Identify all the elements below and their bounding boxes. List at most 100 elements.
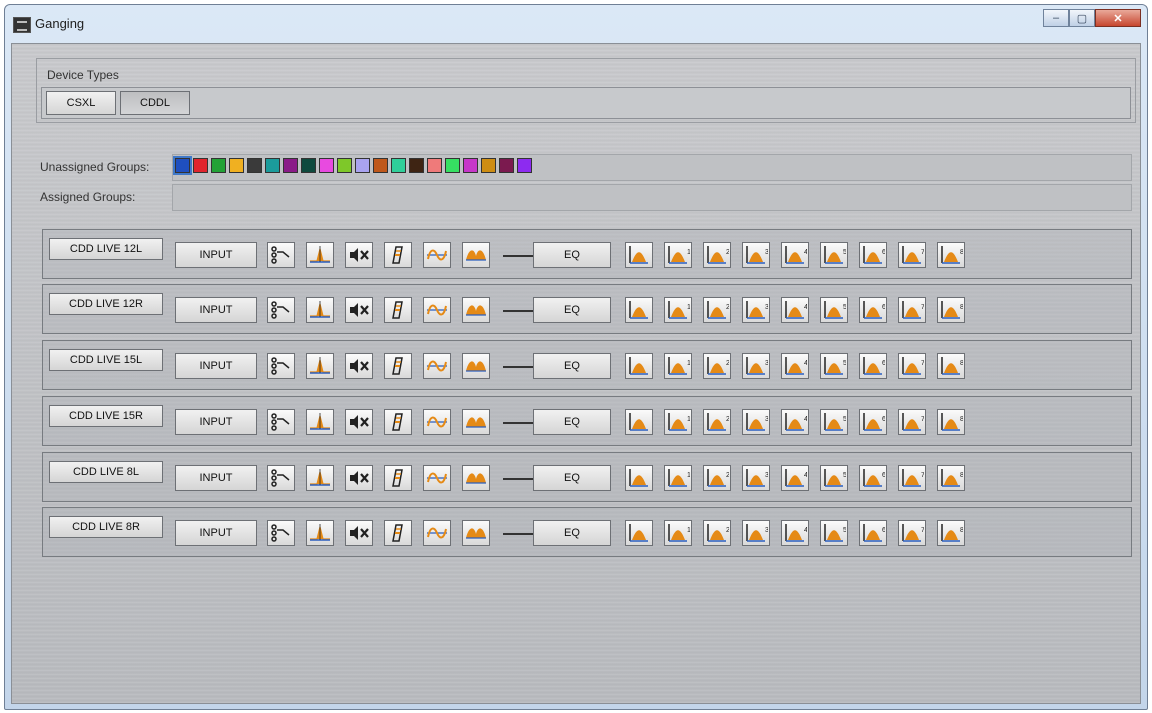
cddl-button[interactable]: CDDL [120,91,190,115]
eq-band-icon[interactable]: 4 [781,242,809,268]
device-name-button[interactable]: CDD LIVE 15R [49,405,163,427]
eq-band-icon[interactable]: 6 [859,465,887,491]
routing-icon[interactable] [267,297,295,323]
polarity-icon[interactable] [384,465,412,491]
eq-band-icon[interactable]: 4 [781,297,809,323]
mute-icon[interactable] [345,297,373,323]
minimize-icon[interactable]: – [1043,9,1069,27]
eq-button[interactable]: EQ [533,465,611,491]
group-color-swatch[interactable] [409,158,424,173]
highpass-lowpass-icon[interactable] [423,520,451,546]
eq-band-icon[interactable]: 4 [781,409,809,435]
group-color-swatch[interactable] [229,158,244,173]
csxl-button[interactable]: CSXL [46,91,116,115]
eq-band-icon[interactable]: 2 [703,520,731,546]
eq-band-icon[interactable]: 6 [859,409,887,435]
eq-band-icon[interactable]: 1 [664,409,692,435]
crossover-icon[interactable] [462,409,490,435]
input-button[interactable]: INPUT [175,297,257,323]
highpass-lowpass-icon[interactable] [423,242,451,268]
maximize-icon[interactable]: ▢ [1069,9,1095,27]
eq-band-icon[interactable]: 6 [859,297,887,323]
polarity-icon[interactable] [384,409,412,435]
routing-icon[interactable] [267,409,295,435]
polarity-icon[interactable] [384,242,412,268]
eq-band-icon[interactable]: 7 [898,465,926,491]
eq-band-icon[interactable]: 4 [781,520,809,546]
crossover-icon[interactable] [462,353,490,379]
eq-band-icon[interactable]: 5 [820,353,848,379]
eq-band-icon[interactable] [625,353,653,379]
eq-band-icon[interactable]: 5 [820,520,848,546]
filter-peak-icon[interactable] [306,520,334,546]
group-color-swatch[interactable] [337,158,352,173]
eq-band-icon[interactable]: 3 [742,409,770,435]
input-button[interactable]: INPUT [175,409,257,435]
polarity-icon[interactable] [384,353,412,379]
device-name-button[interactable]: CDD LIVE 15L [49,349,163,371]
crossover-icon[interactable] [462,242,490,268]
eq-band-icon[interactable]: 2 [703,242,731,268]
eq-band-icon[interactable]: 1 [664,242,692,268]
eq-band-icon[interactable]: 4 [781,353,809,379]
eq-band-icon[interactable]: 7 [898,409,926,435]
group-color-swatch[interactable] [463,158,478,173]
close-icon[interactable]: ✕ [1095,9,1141,27]
polarity-icon[interactable] [384,520,412,546]
eq-band-icon[interactable]: 2 [703,465,731,491]
device-name-button[interactable]: CDD LIVE 8L [49,461,163,483]
group-color-swatch[interactable] [265,158,280,173]
group-color-swatch[interactable] [445,158,460,173]
eq-band-icon[interactable]: 3 [742,242,770,268]
eq-band-icon[interactable]: 4 [781,465,809,491]
eq-band-icon[interactable]: 5 [820,242,848,268]
eq-band-icon[interactable]: 1 [664,353,692,379]
group-color-swatch[interactable] [211,158,226,173]
group-color-swatch[interactable] [517,158,532,173]
eq-band-icon[interactable] [625,520,653,546]
eq-band-icon[interactable]: 8 [937,409,965,435]
group-color-swatch[interactable] [427,158,442,173]
mute-icon[interactable] [345,465,373,491]
eq-band-icon[interactable]: 2 [703,409,731,435]
eq-band-icon[interactable]: 7 [898,297,926,323]
crossover-icon[interactable] [462,465,490,491]
eq-band-icon[interactable]: 3 [742,465,770,491]
crossover-icon[interactable] [462,520,490,546]
eq-band-icon[interactable]: 1 [664,297,692,323]
eq-button[interactable]: EQ [533,520,611,546]
eq-band-icon[interactable]: 8 [937,520,965,546]
device-name-button[interactable]: CDD LIVE 8R [49,516,163,538]
eq-band-icon[interactable]: 6 [859,520,887,546]
eq-band-icon[interactable]: 8 [937,465,965,491]
eq-band-icon[interactable]: 7 [898,520,926,546]
input-button[interactable]: INPUT [175,353,257,379]
eq-band-icon[interactable]: 8 [937,353,965,379]
group-color-swatch[interactable] [481,158,496,173]
polarity-icon[interactable] [384,297,412,323]
crossover-icon[interactable] [462,297,490,323]
highpass-lowpass-icon[interactable] [423,409,451,435]
eq-band-icon[interactable] [625,297,653,323]
group-color-swatch[interactable] [247,158,262,173]
group-color-swatch[interactable] [355,158,370,173]
group-color-swatch[interactable] [283,158,298,173]
eq-band-icon[interactable] [625,465,653,491]
filter-peak-icon[interactable] [306,409,334,435]
group-color-swatch[interactable] [391,158,406,173]
eq-band-icon[interactable]: 1 [664,465,692,491]
eq-button[interactable]: EQ [533,409,611,435]
routing-icon[interactable] [267,520,295,546]
eq-band-icon[interactable]: 2 [703,353,731,379]
highpass-lowpass-icon[interactable] [423,353,451,379]
filter-peak-icon[interactable] [306,297,334,323]
device-name-button[interactable]: CDD LIVE 12R [49,293,163,315]
routing-icon[interactable] [267,353,295,379]
mute-icon[interactable] [345,242,373,268]
routing-icon[interactable] [267,242,295,268]
group-color-swatch[interactable] [499,158,514,173]
group-color-swatch[interactable] [173,156,192,175]
eq-band-icon[interactable]: 1 [664,520,692,546]
group-color-swatch[interactable] [301,158,316,173]
eq-band-icon[interactable]: 5 [820,465,848,491]
